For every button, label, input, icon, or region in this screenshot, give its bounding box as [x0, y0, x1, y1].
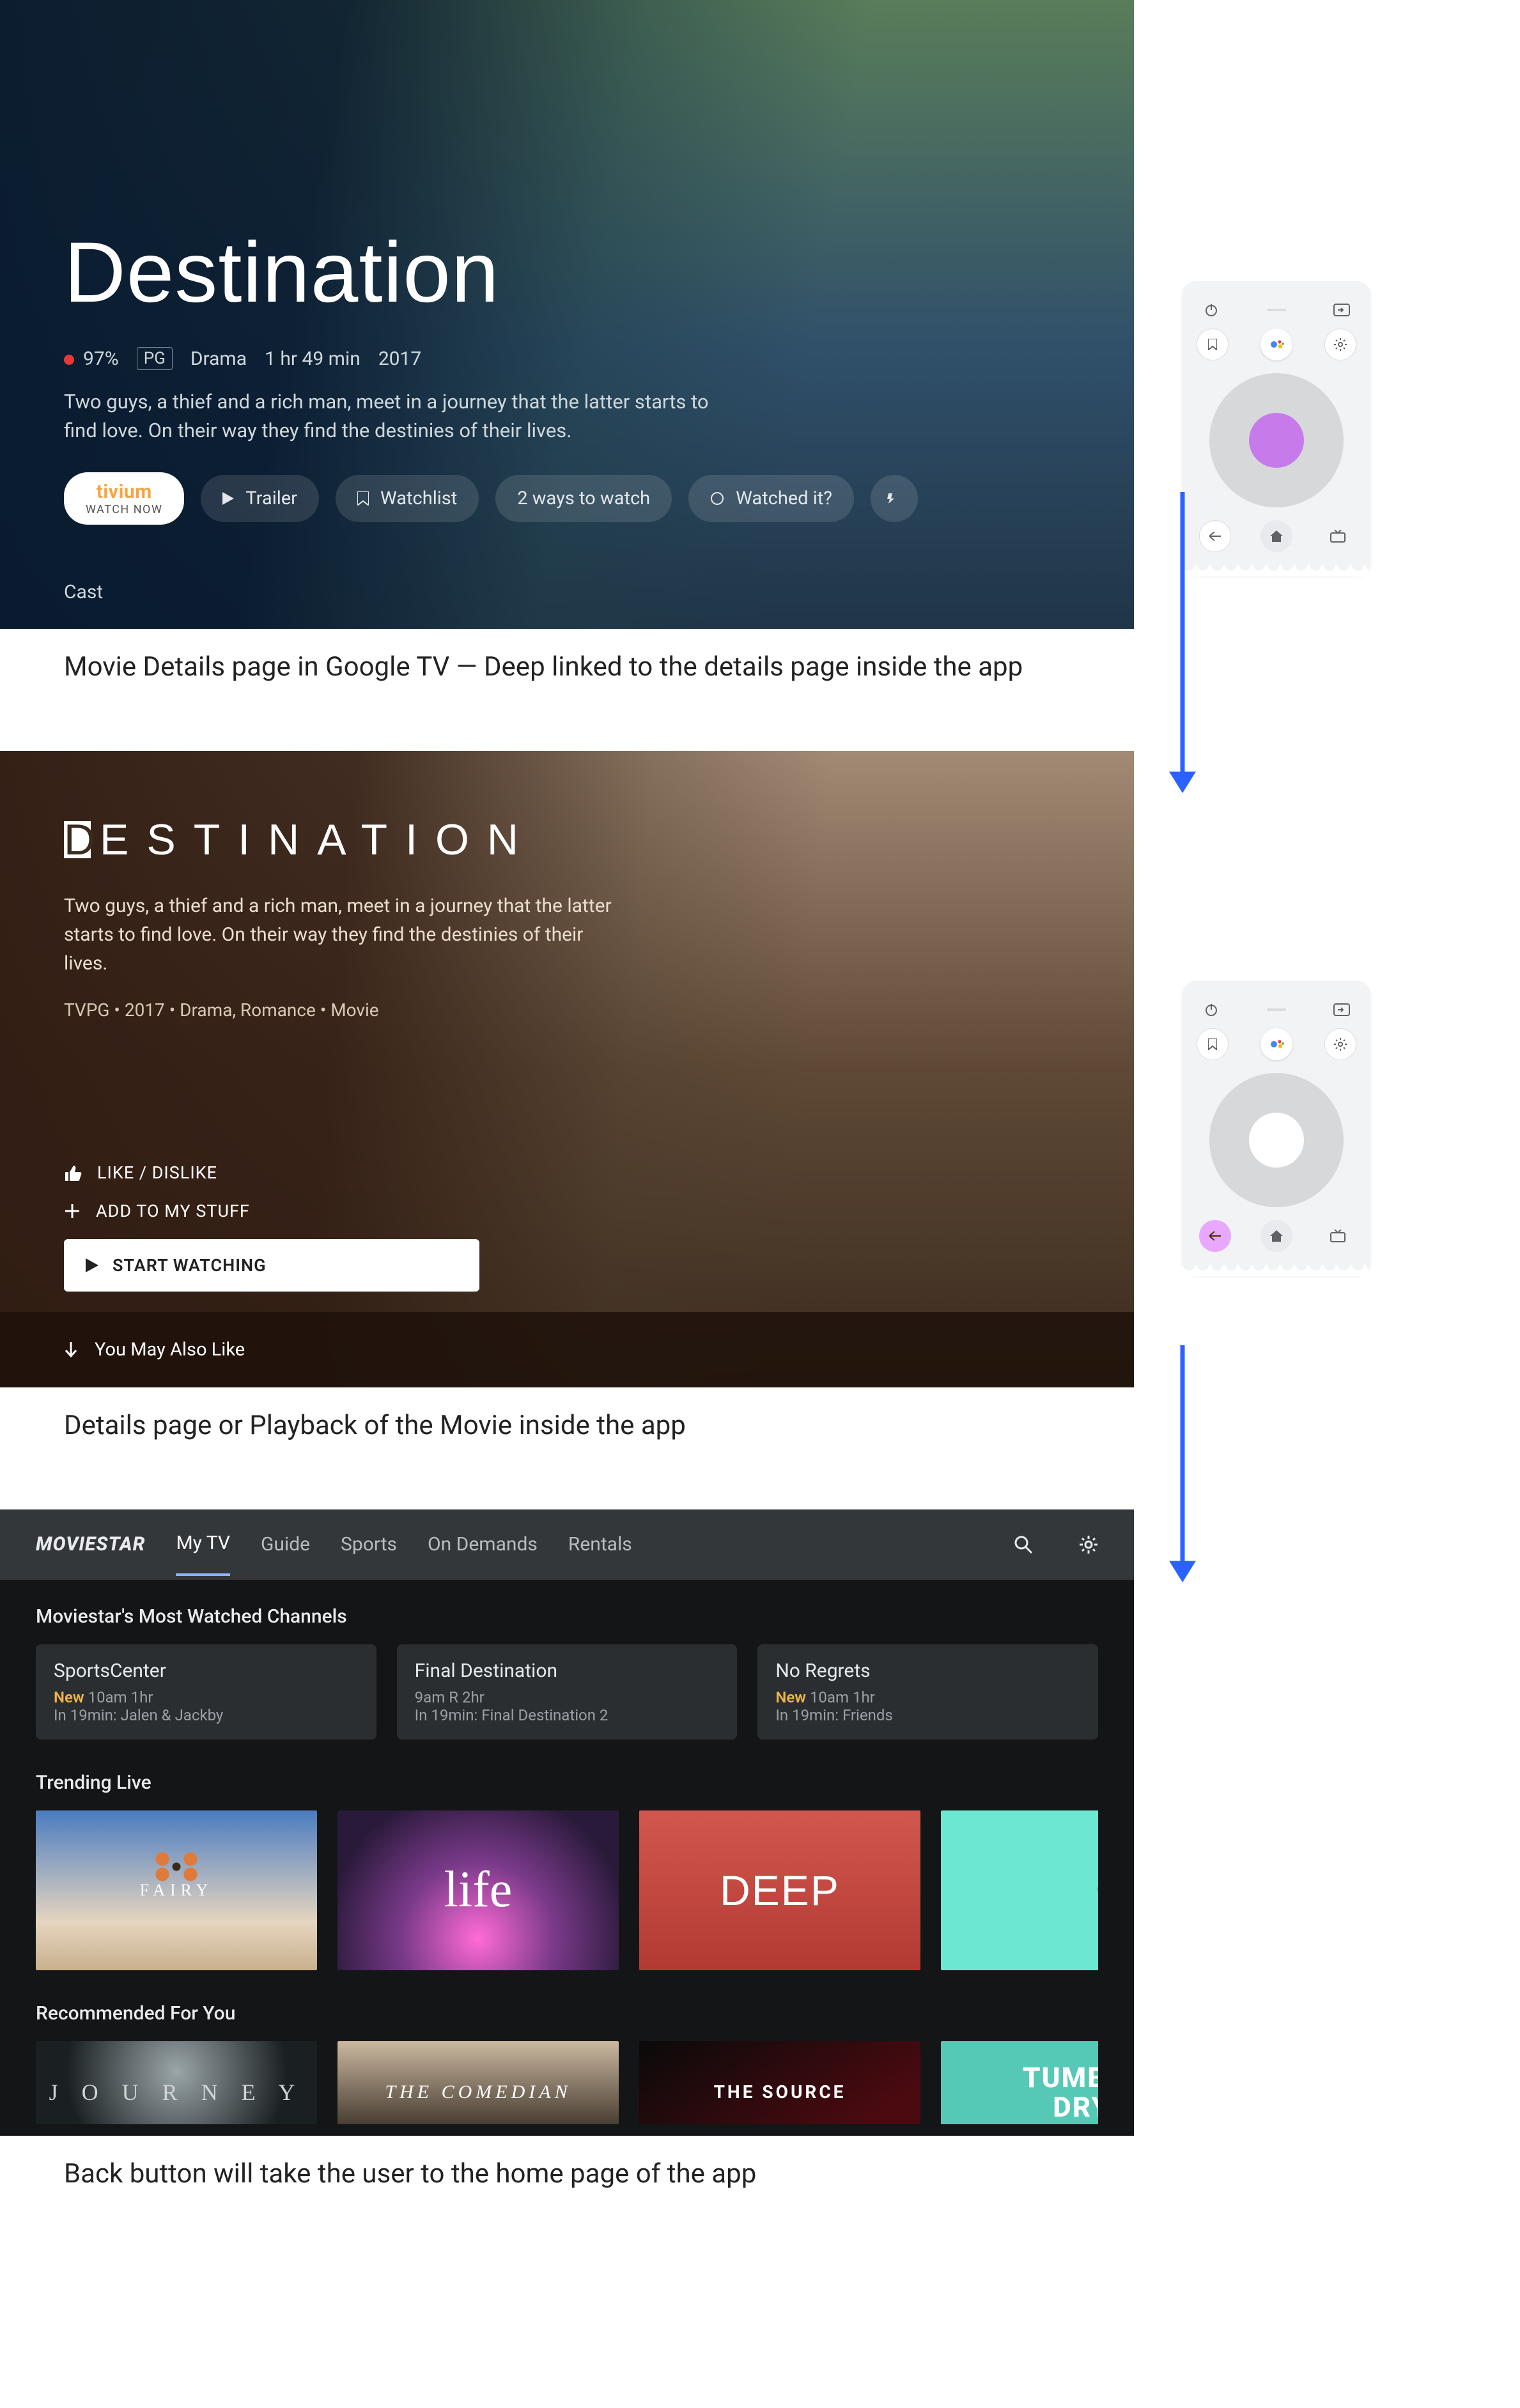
- tab-sports[interactable]: Sports: [341, 1533, 397, 1575]
- settings-button[interactable]: [1324, 328, 1356, 360]
- remote-control: [1183, 981, 1370, 1275]
- moviestar-home: MOVIESTAR My TV Guide Sports On Demands …: [0, 1509, 1134, 2136]
- arrow-down-icon: [64, 1342, 78, 1357]
- input-button[interactable]: [1327, 295, 1356, 325]
- add-to-stuff-button[interactable]: ADD TO MY STUFF: [64, 1201, 479, 1221]
- recommended-tile[interactable]: THE SOURCE: [639, 2041, 920, 2124]
- recommended-tile[interactable]: J O U R N E Y: [36, 2041, 317, 2124]
- ways-to-watch-button[interactable]: 2 ways to watch: [495, 475, 672, 522]
- assistant-button[interactable]: [1260, 328, 1292, 360]
- more-button[interactable]: [871, 475, 918, 522]
- bookmark-button[interactable]: [1197, 1028, 1229, 1060]
- tv-button[interactable]: [1322, 530, 1354, 543]
- caption-3: Back button will take the user to the ho…: [0, 2136, 1520, 2194]
- dpad[interactable]: [1209, 1073, 1344, 1207]
- trending-tile[interactable]: MY ONLY ONE: [941, 1810, 1098, 1970]
- start-watching-button[interactable]: START WATCHING: [64, 1239, 479, 1292]
- app-movie-title: ESTINATION: [64, 815, 626, 865]
- recommended-heading: Recommended For You: [36, 2002, 1098, 2025]
- back-button[interactable]: [1199, 520, 1231, 552]
- assistant-button[interactable]: [1260, 1028, 1292, 1060]
- bookmark-icon: [357, 491, 369, 506]
- bookmark-button[interactable]: [1197, 328, 1229, 360]
- thumbs-up-icon: [64, 1164, 82, 1181]
- tv-button[interactable]: [1322, 1230, 1354, 1242]
- cast-heading: Cast: [64, 581, 103, 603]
- settings-button[interactable]: [1324, 1028, 1356, 1060]
- most-watched-heading: Moviestar's Most Watched Channels: [36, 1605, 1098, 1628]
- back-button-highlighted[interactable]: [1199, 1220, 1231, 1252]
- recommended-tile[interactable]: TUMBLE DRY: [941, 2041, 1098, 2124]
- app-movie-details: ESTINATION Two guys, a thief and a rich …: [0, 751, 1134, 1387]
- channel-card[interactable]: Final Destination 9am R 2hr In 19min: Fi…: [397, 1644, 738, 1740]
- recommended-tile[interactable]: THE COMEDIAN: [337, 2041, 619, 2124]
- caption-2: Details page or Playback of the Movie in…: [0, 1387, 1520, 1446]
- tab-guide[interactable]: Guide: [261, 1533, 310, 1575]
- plus-icon: [64, 1203, 81, 1219]
- gtv-movie-details: Destination 97% PG Drama 1 hr 49 min 201…: [0, 0, 1134, 629]
- feedback-icon: [887, 492, 902, 505]
- dpad-select[interactable]: [1249, 413, 1304, 468]
- power-button[interactable]: [1197, 295, 1226, 325]
- trending-heading: Trending Live: [36, 1771, 1098, 1794]
- search-icon[interactable]: [1014, 1535, 1033, 1554]
- watch-now-button[interactable]: tivium WATCH NOW: [64, 472, 184, 525]
- trending-tile[interactable]: life: [337, 1810, 619, 1970]
- you-may-also-like[interactable]: You May Also Like: [0, 1312, 1134, 1387]
- rating-chip: PG: [137, 347, 173, 370]
- dpad-select[interactable]: [1249, 1113, 1304, 1168]
- trending-tile[interactable]: FAIRY: [36, 1810, 317, 1970]
- trailer-button[interactable]: Trailer: [201, 475, 319, 522]
- channel-card[interactable]: SportsCenter New 10am 1hr In 19min: Jale…: [36, 1644, 376, 1740]
- trending-tile[interactable]: DEEP: [639, 1810, 920, 1970]
- tab-rentals[interactable]: Rentals: [568, 1533, 632, 1575]
- movie-synopsis: Two guys, a thief and a rich man, meet i…: [64, 388, 729, 445]
- settings-icon[interactable]: [1079, 1535, 1098, 1554]
- tab-my-tv[interactable]: My TV: [176, 1532, 229, 1576]
- like-dislike-button[interactable]: LIKE / DISLIKE: [64, 1162, 479, 1183]
- watchlist-button[interactable]: Watchlist: [336, 475, 479, 522]
- caption-1: Movie Details page in Google TV — Deep l…: [0, 629, 1520, 687]
- play-icon: [222, 492, 234, 505]
- home-button[interactable]: [1260, 520, 1292, 552]
- app-synopsis: Two guys, a thief and a rich man, meet i…: [64, 891, 626, 978]
- app-meta: TVPG • 2017 • Drama, Romance • Movie: [64, 999, 626, 1021]
- play-icon: [86, 1258, 98, 1272]
- home-button[interactable]: [1260, 1220, 1292, 1252]
- dpad[interactable]: [1209, 373, 1344, 507]
- movie-meta: 97% PG Drama 1 hr 49 min 2017: [64, 347, 1096, 370]
- power-button[interactable]: [1197, 995, 1226, 1024]
- top-nav: MOVIESTAR My TV Guide Sports On Demands …: [0, 1509, 1134, 1580]
- circle-icon: [710, 491, 724, 506]
- channel-card[interactable]: No Regrets New 10am 1hr In 19min: Friend…: [757, 1644, 1098, 1740]
- brand-logo: MOVIESTAR: [36, 1533, 145, 1555]
- input-button[interactable]: [1327, 995, 1356, 1024]
- watched-it-button[interactable]: Watched it?: [688, 475, 854, 522]
- movie-title: Destination: [64, 224, 1096, 321]
- tab-on-demands[interactable]: On Demands: [428, 1533, 538, 1575]
- remote-control: [1183, 281, 1370, 575]
